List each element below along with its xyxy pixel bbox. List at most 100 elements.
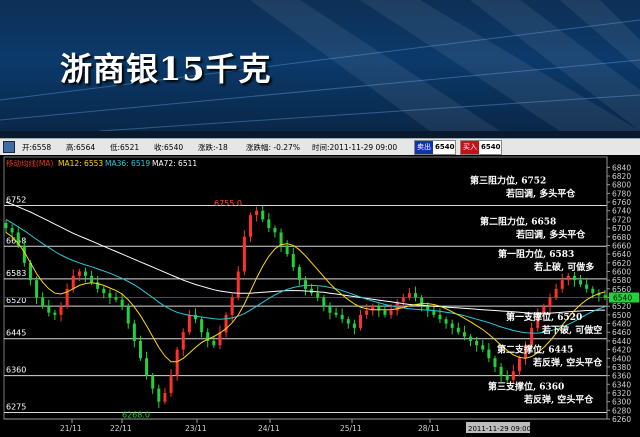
candle-body: [120, 299, 124, 307]
level-title: 第二阻力位, 6658: [480, 215, 556, 227]
level-advice: 若下破, 可做空: [541, 324, 602, 336]
candle-body: [151, 375, 155, 389]
price-marker-label: 6268.0: [122, 411, 150, 420]
y-tick-label: 6400: [612, 354, 631, 363]
candle-body: [487, 349, 491, 359]
y-tick-label: 6340: [612, 380, 631, 389]
candle-body: [548, 297, 552, 307]
level-label: 6445: [6, 329, 26, 338]
change-percent: 涨跌幅: -0.27%: [246, 143, 300, 152]
candle-body: [572, 275, 576, 281]
low-price: 低:6521: [110, 143, 140, 152]
candle-body: [365, 310, 369, 315]
candle-body: [322, 297, 326, 307]
sell-value: 6540: [435, 143, 455, 151]
y-tick-label: 6760: [612, 198, 631, 207]
level-advice: 若反弹, 空头平仓: [532, 357, 603, 369]
x-cursor-label: 2011-11-29 09:00: [468, 425, 531, 433]
candle-body: [444, 319, 448, 324]
y-tick-label: 6600: [612, 267, 631, 276]
high-price: 高:6564: [66, 143, 96, 152]
candle-body: [352, 323, 356, 328]
candle-body: [469, 336, 473, 341]
chart-menu-icon[interactable]: [3, 141, 15, 153]
candle-body: [114, 297, 118, 300]
candle-body: [10, 228, 14, 233]
level-title: 第三阻力位, 6752: [470, 175, 546, 187]
x-tick-label: 25/11: [340, 424, 362, 433]
candle-body: [267, 219, 271, 229]
y-tick-label: 6300: [612, 398, 631, 407]
y-tick-label: 6640: [612, 250, 631, 259]
candle-body: [108, 293, 112, 298]
y-tick-label: 6360: [612, 372, 631, 381]
candle-body: [414, 293, 418, 298]
change-value: 涨跌:-18: [198, 143, 228, 152]
sell-label: 卖出: [415, 141, 433, 154]
sell-button[interactable]: 卖出 6540: [414, 140, 456, 155]
current-price-badge-label: 6540: [613, 294, 632, 303]
candle-body: [291, 254, 295, 268]
candle-body: [481, 345, 485, 350]
candle-body: [273, 228, 277, 233]
candle-body: [102, 288, 106, 294]
y-tick-label: 6580: [612, 276, 631, 285]
candle-body: [316, 293, 320, 298]
level-label: 6275: [6, 402, 26, 411]
y-tick-label: 6840: [612, 163, 631, 172]
candle-body: [359, 314, 363, 328]
candle-body: [530, 327, 534, 346]
level-title: 第一支撑位, 6520: [506, 311, 582, 323]
y-tick-label: 6420: [612, 346, 631, 355]
y-tick-label: 6800: [612, 181, 631, 190]
ma72-value: MA72: 6511: [152, 159, 197, 168]
candle-body: [304, 280, 307, 289]
open-price: 开:6558: [22, 143, 52, 152]
candle-body: [163, 392, 167, 402]
candle-body: [77, 271, 81, 276]
x-tick-label: 23/11: [185, 424, 207, 433]
candle-body: [187, 314, 191, 333]
y-tick-label: 6660: [612, 241, 631, 250]
level-label: 6360: [6, 366, 26, 375]
candle-body: [53, 312, 57, 315]
candle-body: [242, 236, 246, 272]
candle-body: [450, 323, 454, 328]
level-advice: 若反弹, 空头平仓: [523, 394, 594, 406]
y-tick-label: 6820: [612, 172, 631, 181]
candle-body: [169, 375, 173, 393]
candle-body: [255, 210, 259, 216]
y-tick-label: 6680: [612, 233, 631, 242]
y-tick-label: 6280: [612, 406, 631, 415]
candle-body: [279, 232, 283, 246]
candle-body: [517, 358, 521, 372]
x-tick-label: 28/11: [418, 424, 440, 433]
y-tick-label: 6740: [612, 207, 631, 216]
candle-body: [297, 267, 301, 281]
y-tick-label: 6720: [612, 215, 631, 224]
level-title: 第二支撑位, 6445: [497, 344, 573, 356]
y-tick-label: 6380: [612, 363, 631, 372]
price-chart[interactable]: 6752 6658 6583 6520 6445 6360 6275 6840 6820 680…: [0, 155, 640, 437]
y-tick-label: 6780: [612, 189, 631, 198]
level-label: 6583: [6, 269, 26, 278]
buy-value: 6540: [481, 143, 501, 151]
y-tick-label: 6520: [612, 302, 631, 311]
x-tick-label: 24/11: [258, 424, 280, 433]
header-banner: 浙商银15千克: [0, 0, 640, 131]
y-tick-label: 6480: [612, 320, 631, 329]
y-tick-label: 6440: [612, 337, 631, 346]
candle-body: [462, 332, 466, 337]
candle-body: [438, 314, 442, 320]
buy-button[interactable]: 买入 6540: [460, 140, 502, 155]
ma12-value: MA12: 6553: [58, 159, 103, 168]
candle-body: [4, 222, 8, 229]
ma36-value: MA36: 6519: [105, 159, 150, 168]
candle-body: [389, 310, 393, 315]
candle-body: [261, 210, 265, 220]
candle-body: [47, 306, 51, 313]
y-tick-label: 6320: [612, 389, 631, 398]
candle-body: [175, 349, 179, 376]
level-advice: 若回调, 多头平仓: [515, 228, 586, 240]
candle-body: [475, 340, 479, 346]
